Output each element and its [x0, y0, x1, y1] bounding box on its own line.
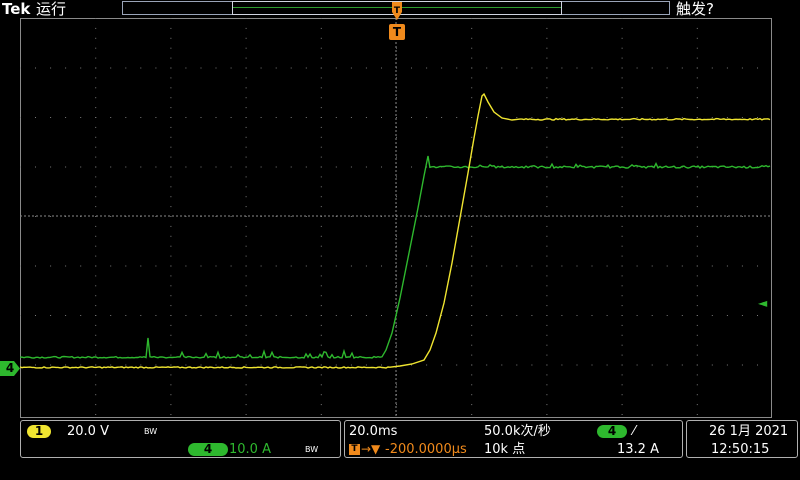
horizontal-position-arrow-icon: →▼	[361, 442, 381, 456]
channel-settings-panel: 1 20.0 V BW 4 10.0 A BW	[20, 420, 341, 458]
channel1-bandwidth-limit: BW	[144, 427, 158, 436]
trigger-source-badge[interactable]: 4	[597, 425, 627, 438]
datetime-panel: 26 1月 2021 12:50:15	[686, 420, 798, 458]
horizontal-position: -200.0000μs	[385, 442, 467, 457]
channel1-scale: 20.0 V	[67, 424, 109, 439]
channel4-bandwidth-limit: BW	[305, 445, 319, 454]
channel4-ground-marker[interactable]: 4	[0, 361, 20, 376]
graticule	[20, 18, 772, 418]
sample-rate: 50.0k次/秒	[484, 424, 551, 439]
brand-logo: Tek	[2, 0, 31, 18]
channel4-badge[interactable]: 4	[188, 443, 228, 456]
timebase-panel: 20.0ms 50.0k次/秒 T →▼ -200.0000μs 10k 点 4…	[344, 420, 683, 458]
date: 26 1月 2021	[709, 424, 789, 439]
channel4-trace	[20, 155, 771, 359]
channel4-scale: 10.0 A	[229, 442, 271, 457]
time-per-division: 20.0ms	[349, 424, 398, 439]
trigger-slope-rising-icon: ⁄	[633, 424, 636, 439]
trigger-marker[interactable]: T	[389, 24, 405, 40]
trigger-position-arrow-icon: T	[392, 2, 402, 20]
trigger-level-arrow-icon[interactable]: ◄	[758, 296, 767, 310]
record-length: 10k 点	[484, 442, 526, 457]
time: 12:50:15	[711, 442, 770, 457]
trigger-status: 触发?	[676, 0, 714, 18]
svg-text:T: T	[394, 6, 401, 16]
trigger-level: 13.2 A	[617, 442, 659, 457]
acquisition-status: 运行	[36, 0, 67, 18]
trigger-t-icon: T	[349, 444, 360, 455]
channel1-badge[interactable]: 1	[27, 425, 51, 438]
channel1-trace	[20, 92, 771, 369]
